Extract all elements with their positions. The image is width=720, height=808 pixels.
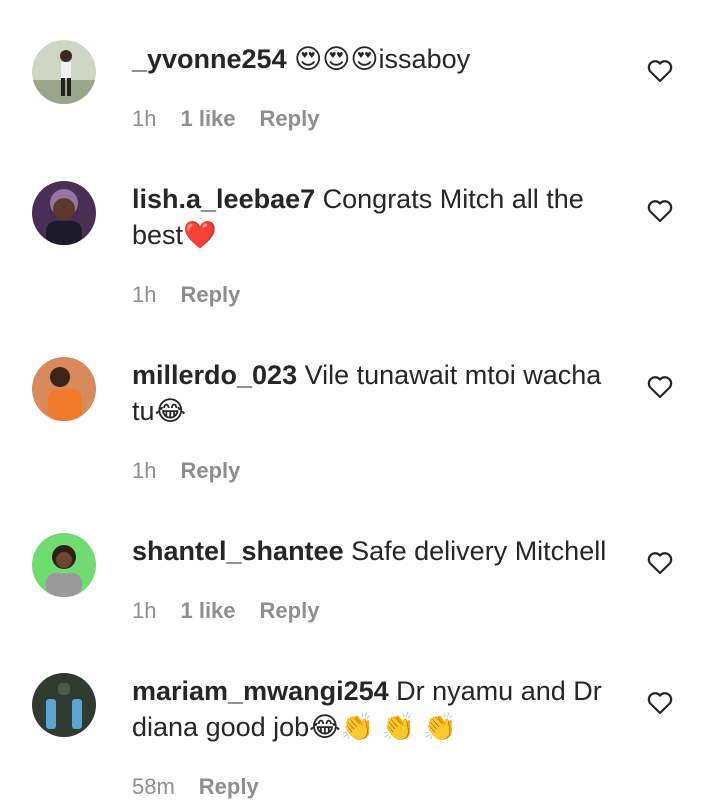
comment-text: lish.a_leebae7 Congrats Mitch all the be…: [132, 181, 612, 253]
comment-text: _yvonne254 😍😍😍issaboy: [132, 41, 612, 77]
avatar-image: [32, 181, 96, 245]
comment-body: mariam_mwangi254 Dr nyamu and Dr diana g…: [132, 673, 612, 745]
avatar-image: [32, 357, 96, 421]
like-heart-icon[interactable]: [647, 199, 673, 223]
username[interactable]: lish.a_leebae7: [132, 184, 315, 214]
comment-text: shantel_shantee Safe delivery Mitchell: [132, 533, 612, 569]
timestamp: 1h: [132, 282, 157, 307]
comment-meta: 1h 1 like Reply: [132, 104, 319, 134]
comment-body: millerdo_023 Vile tunawait mtoi wacha tu…: [132, 357, 612, 429]
avatar[interactable]: [32, 357, 96, 421]
comment-content: 😍😍😍issaboy: [294, 44, 471, 74]
timestamp: 1h: [132, 106, 157, 131]
username[interactable]: shantel_shantee: [132, 536, 344, 566]
avatar[interactable]: [32, 181, 96, 245]
like-heart-icon[interactable]: [647, 375, 673, 399]
comment-text: millerdo_023 Vile tunawait mtoi wacha tu…: [132, 357, 612, 429]
timestamp: 1h: [132, 458, 157, 483]
comment-content: Safe delivery Mitchell: [351, 536, 607, 566]
like-heart-icon[interactable]: [647, 551, 673, 575]
avatar-image: [32, 673, 96, 737]
comments-list: _yvonne254 😍😍😍issaboy 1h 1 like Reply li…: [0, 0, 720, 808]
likes-count[interactable]: 1 like: [180, 598, 235, 624]
comment-body: shantel_shantee Safe delivery Mitchell: [132, 533, 612, 569]
comment-meta: 58m Reply: [132, 772, 259, 802]
comment-meta: 1h 1 like Reply: [132, 596, 319, 626]
avatar[interactable]: [32, 673, 96, 737]
timestamp: 1h: [132, 598, 157, 623]
like-heart-icon[interactable]: [647, 59, 673, 83]
reply-button[interactable]: Reply: [199, 774, 259, 800]
username[interactable]: mariam_mwangi254: [132, 676, 389, 706]
comment-body: _yvonne254 😍😍😍issaboy: [132, 41, 612, 77]
comment-meta: 1h Reply: [132, 280, 240, 310]
reply-button[interactable]: Reply: [180, 458, 240, 484]
avatar-image: [32, 533, 96, 597]
timestamp: 58m: [132, 774, 175, 799]
username[interactable]: millerdo_023: [132, 360, 297, 390]
reply-button[interactable]: Reply: [260, 598, 320, 624]
comment-body: lish.a_leebae7 Congrats Mitch all the be…: [132, 181, 612, 253]
reply-button[interactable]: Reply: [180, 282, 240, 308]
likes-count[interactable]: 1 like: [180, 106, 235, 132]
reply-button[interactable]: Reply: [260, 106, 320, 132]
comment-text: mariam_mwangi254 Dr nyamu and Dr diana g…: [132, 673, 612, 745]
avatar-image: [32, 40, 96, 104]
avatar[interactable]: [32, 40, 96, 104]
comment-meta: 1h Reply: [132, 456, 240, 486]
avatar[interactable]: [32, 533, 96, 597]
like-heart-icon[interactable]: [647, 691, 673, 715]
username[interactable]: _yvonne254: [132, 44, 287, 74]
